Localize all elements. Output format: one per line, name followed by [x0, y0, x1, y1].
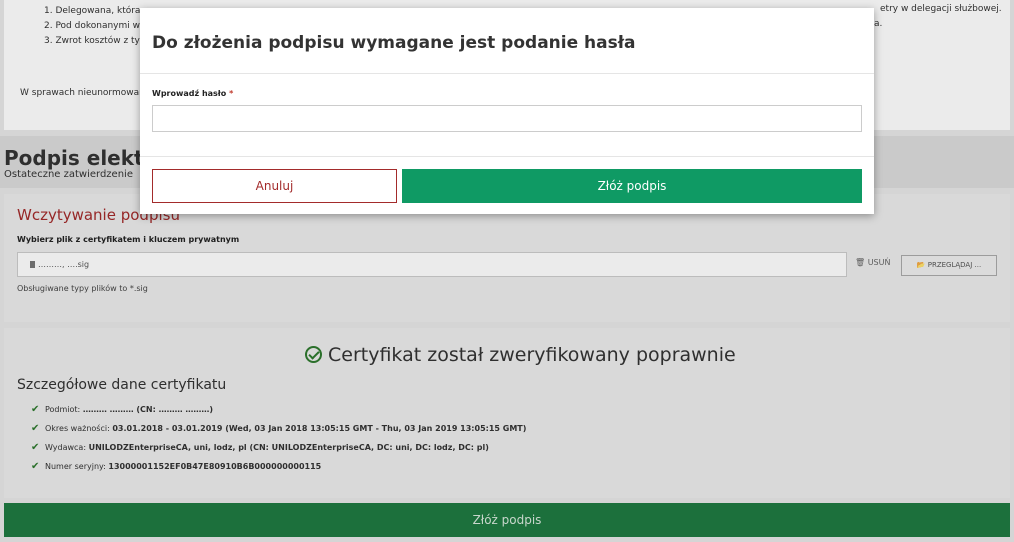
cancel-button[interactable]: Anuluj	[152, 169, 397, 203]
modal-title: Do złożenia podpisu wymagane jest podani…	[152, 33, 636, 53]
password-label-text: Wprowadź hasło	[152, 89, 227, 98]
modal-divider	[140, 156, 874, 157]
modal-divider	[140, 73, 874, 74]
sign-button[interactable]: Złóż podpis	[402, 169, 862, 203]
password-input[interactable]	[152, 105, 862, 132]
required-marker: *	[229, 89, 234, 98]
password-modal: Do złożenia podpisu wymagane jest podani…	[140, 8, 874, 214]
password-label: Wprowadź hasło *	[152, 89, 233, 98]
